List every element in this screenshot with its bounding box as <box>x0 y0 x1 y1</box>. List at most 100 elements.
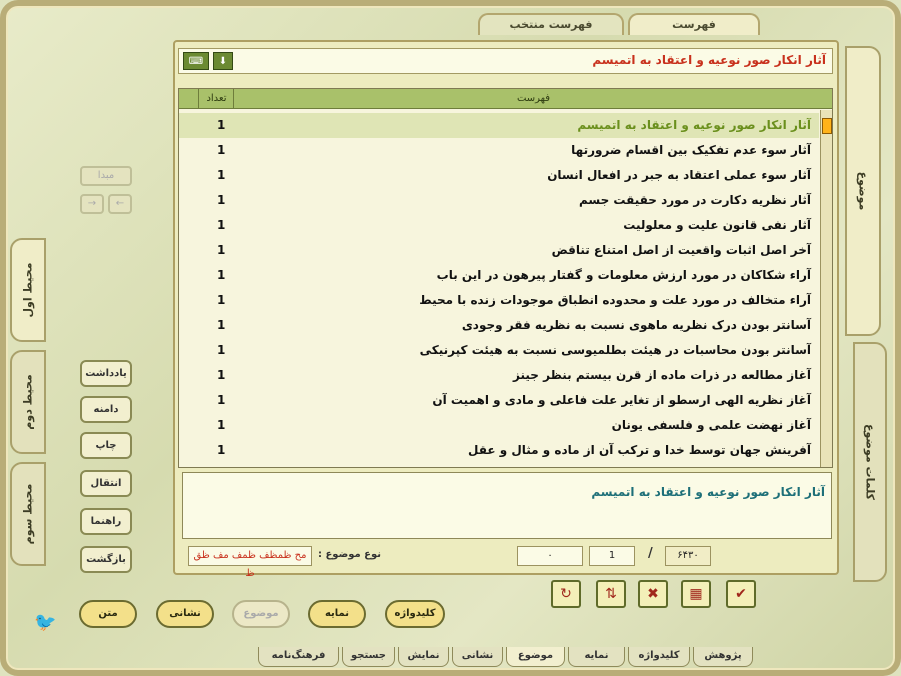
list-item[interactable]: آغاز نظریه الهی ارسطو از تغایر علت فاعلی… <box>179 388 819 413</box>
list-item[interactable]: آسانتر بودن درک نظریه ماهوی نسبت به نظری… <box>179 313 819 338</box>
tab-subject-words-label: کلمات موضوع <box>863 423 877 501</box>
transfer-button[interactable]: انتقال <box>80 470 132 497</box>
tab-keyword[interactable]: کلیدواژه <box>628 647 690 667</box>
list-item-count: 1 <box>217 168 226 182</box>
list-item[interactable]: آفرینش جهان توسط خدا و ترکب آن از ماده و… <box>179 438 819 463</box>
list-item-count: 1 <box>217 368 226 382</box>
list-item-count: 1 <box>217 243 226 257</box>
list-item-count: 1 <box>217 418 226 432</box>
list-item[interactable]: آثار نظریه دکارت در مورد حقیقت جسم 1 <box>179 188 819 213</box>
title-bar: ⌨ ⬇ آثار انکار صور نوعیه و اعتقاد به اتم… <box>178 48 833 74</box>
list-item-title: آفرینش جهان توسط خدا و ترکب آن از ماده و… <box>467 443 811 457</box>
type-value-field: مح ظمظف ظمف مف ظق ظ <box>188 546 312 579</box>
list-item-title: آثار سوء عدم تفکیک بین اقسام ضرورتها <box>571 143 811 157</box>
list-item-count: 1 <box>217 443 226 457</box>
keyword-button[interactable]: کلیدواژه <box>385 600 445 628</box>
tab-research[interactable]: پژوهش <box>693 647 753 667</box>
tab-display[interactable]: نمایش <box>398 647 449 667</box>
list-item-title: آسانتر بودن محاسبات در هیئت بطلمیوسی نسب… <box>419 343 811 357</box>
column-count-header[interactable]: تعداد <box>200 89 234 109</box>
description-box: آثار انکار صور نوعیه و اعتقاد به اتمیسم <box>182 472 832 539</box>
scroll-thumb[interactable] <box>822 118 832 134</box>
list-item-title: آخر اصل اثبات واقعیت از اصل امتناع تناقض <box>551 243 811 257</box>
list-item-count: 1 <box>217 268 226 282</box>
tab-environment-3-label: محیط سوم <box>21 483 35 545</box>
bird-logo-icon: 🐦 <box>34 612 57 633</box>
grid-icon[interactable]: ▦ <box>681 580 711 608</box>
refresh-icon[interactable]: ↻ <box>551 580 581 608</box>
prev-arrow-icon[interactable]: → <box>80 194 104 214</box>
tab-index-bottom[interactable]: نمایه <box>568 647 625 667</box>
index-button[interactable]: نمایه <box>308 600 366 628</box>
swap-icon[interactable]: ⇅ <box>596 580 626 608</box>
tab-environment-1-label: محیط اول <box>21 262 35 318</box>
back-button[interactable]: بازگشت <box>80 546 132 573</box>
help-button[interactable]: راهنما <box>80 508 132 535</box>
list-item-count: 1 <box>217 393 226 407</box>
current-title: آثار انکار صور نوعیه و اعتقاد به اتمیسم <box>592 53 826 67</box>
tab-subject-words[interactable]: کلمات موضوع <box>853 342 887 582</box>
start-button[interactable]: مبدا <box>80 166 132 186</box>
print-button[interactable]: چاپ <box>80 432 132 459</box>
keyboard-icon[interactable]: ⌨ <box>183 52 209 70</box>
tab-environment-1[interactable]: محیط اول <box>10 238 46 342</box>
tab-address-bottom[interactable]: نشانی <box>452 647 503 667</box>
tab-index[interactable]: فهرست <box>628 13 760 35</box>
address-button[interactable]: نشانی <box>156 600 214 628</box>
type-label: نوع موضوع : <box>318 549 382 560</box>
list-item[interactable]: آراء شکاکان در مورد ارزش معلومات و گفتار… <box>179 263 819 288</box>
list-item-count: 1 <box>217 118 226 132</box>
notes-button[interactable]: یادداشت <box>80 360 132 387</box>
list-item-count: 1 <box>217 343 226 357</box>
list-item[interactable]: آثار انکار صور نوعیه و اعتقاد به اتمیسم 1 <box>179 113 819 138</box>
list-item[interactable]: آخر اصل اثبات واقعیت از اصل امتناع تناقض… <box>179 238 819 263</box>
list-item-title: آثار نفی قانون علیت و معلولیت <box>623 218 811 232</box>
list-item-title: آغاز نهضت علمی و فلسفی یونان <box>611 418 811 432</box>
zero-field: ۰ <box>517 546 583 566</box>
list-item-title: آثار سوء عملی اعتقاد به جبر در افعال انس… <box>547 168 811 182</box>
tab-search[interactable]: جستجو <box>342 647 395 667</box>
tab-dictionary[interactable]: فرهنگ‌نامه <box>258 647 339 667</box>
list-header: تعداد فهرست <box>179 89 832 109</box>
list-item-title: آراء شکاکان در مورد ارزش معلومات و گفتار… <box>436 268 811 282</box>
list-item-count: 1 <box>217 318 226 332</box>
list-item[interactable]: آغاز مطالعه در ذرات ماده از قرن بیستم بن… <box>179 363 819 388</box>
check-grid-icon[interactable]: ✔ <box>726 580 756 608</box>
list-item-title: آثار انکار صور نوعیه و اعتقاد به اتمیسم <box>577 118 811 132</box>
list-item-title: آثار نظریه دکارت در مورد حقیقت جسم <box>578 193 811 207</box>
list-item[interactable]: آثار نفی قانون علیت و معلولیت 1 <box>179 213 819 238</box>
list-scrollbar[interactable] <box>820 110 832 467</box>
list-item[interactable]: آسانتر بودن محاسبات در هیئت بطلمیوسی نسب… <box>179 338 819 363</box>
list-item[interactable]: آثار سوء عدم تفکیک بین اقسام ضرورتها 1 <box>179 138 819 163</box>
column-title-header[interactable]: فهرست <box>235 89 832 109</box>
tab-subject-bottom[interactable]: موضوع <box>506 647 565 667</box>
text-button[interactable]: متن <box>79 600 137 628</box>
tab-environment-2-label: محیط دوم <box>21 374 35 430</box>
tab-subject[interactable]: موضوع <box>845 46 881 336</box>
list-item-title: آراء متخالف در مورد علت و محدوده انطباق … <box>419 293 811 307</box>
scope-button[interactable]: دامنه <box>80 396 132 423</box>
list-item-title: آغاز نظریه الهی ارسطو از تغایر علت فاعلی… <box>432 393 811 407</box>
tab-environment-2[interactable]: محیط دوم <box>10 350 46 454</box>
next-arrow-icon[interactable]: ← <box>108 194 132 214</box>
total-records: ۶۴۳۰ <box>665 546 711 566</box>
list-item-count: 1 <box>217 143 226 157</box>
tab-selected-index[interactable]: فهرست منتخب <box>478 13 624 35</box>
list-item-count: 1 <box>217 193 226 207</box>
list-item-title: آسانتر بودن درک نظریه ماهوی نسبت به نظری… <box>461 318 811 332</box>
list-rows: آثار انکار صور نوعیه و اعتقاد به اتمیسم 1… <box>179 113 819 467</box>
list-item[interactable]: آراء متخالف در مورد علت و محدوده انطباق … <box>179 288 819 313</box>
header-spacer <box>179 89 199 109</box>
record-separator: / <box>648 546 653 561</box>
current-record-input[interactable]: 1 <box>589 546 635 566</box>
list-item-title: آغاز مطالعه در ذرات ماده از قرن بیستم بن… <box>513 368 811 382</box>
arrow-down-icon[interactable]: ⬇ <box>213 52 233 70</box>
status-bar: مح ظمظف ظمف مف ظق ظ نوع موضوع : ۰ 1 / ۶۴… <box>178 543 833 579</box>
list-item-count: 1 <box>217 293 226 307</box>
description-text: آثار انکار صور نوعیه و اعتقاد به اتمیسم <box>591 485 825 499</box>
list-item[interactable]: آثار سوء عملی اعتقاد به جبر در افعال انس… <box>179 163 819 188</box>
index-list: تعداد فهرست آثار انکار صور نوعیه و اعتقا… <box>178 88 833 468</box>
tab-environment-3[interactable]: محیط سوم <box>10 462 46 566</box>
list-item[interactable]: آغاز نهضت علمی و فلسفی یونان 1 <box>179 413 819 438</box>
clear-icon[interactable]: ✖ <box>638 580 668 608</box>
